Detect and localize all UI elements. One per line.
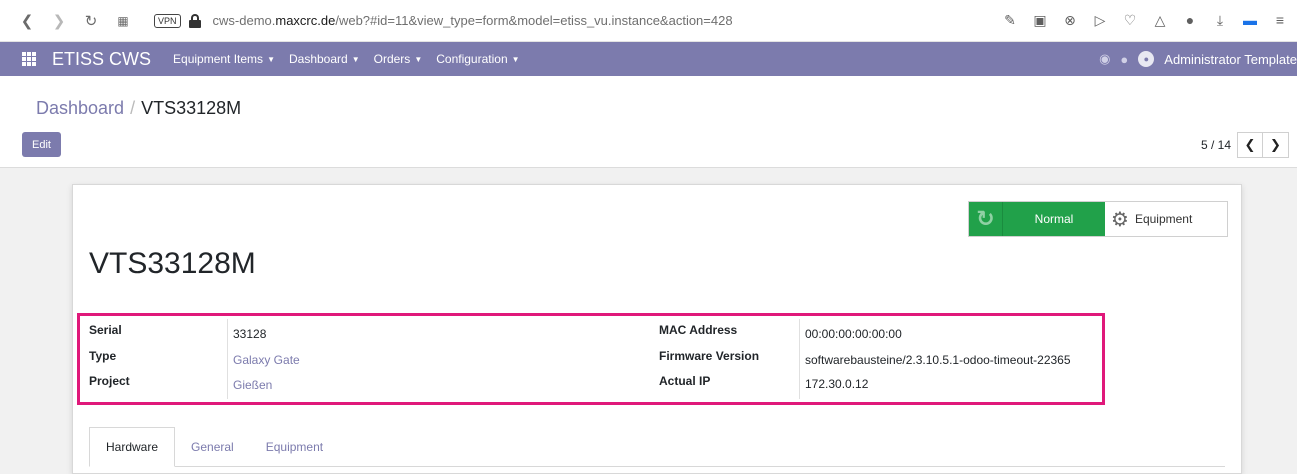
menu-dashboard[interactable]: Dashboard ▼ (289, 52, 360, 66)
menu-label: Configuration (436, 52, 508, 66)
lock-icon[interactable] (188, 13, 201, 28)
brand-name[interactable]: ETISS CWS (52, 49, 151, 70)
tab-equipment[interactable]: Equipment (250, 427, 339, 467)
address-bar[interactable]: cws-demo.maxcrc.de/web?#id=11&view_type=… (213, 13, 733, 28)
mac-address-label: MAC Address (659, 323, 738, 337)
project-label: Project (89, 374, 130, 388)
send-icon[interactable]: ▷ (1091, 11, 1109, 29)
profile-icon[interactable]: ● (1181, 11, 1199, 29)
caret-down-icon: ▼ (511, 54, 520, 64)
notebook-tabs: Hardware General Equipment (89, 427, 1225, 467)
breadcrumb-dashboard[interactable]: Dashboard (36, 98, 124, 118)
breadcrumb: Dashboard / VTS33128M (36, 98, 241, 119)
vpn-badge[interactable]: VPN (154, 13, 181, 28)
menu-equipment-items[interactable]: Equipment Items ▼ (173, 52, 275, 66)
block-icon[interactable]: ⊗ (1061, 11, 1079, 29)
top-menu: Equipment Items ▼ Dashboard ▼ Orders ▼ Conf… (173, 52, 520, 66)
pager-value[interactable]: 5 / 14 (1201, 138, 1231, 152)
firmware-version-value: softwarebausteine/2.3.10.5.1-odoo-timeou… (805, 353, 1071, 367)
form-sheet: ↻ Normal ⚙ Equipment VTS33128M Serial 33… (72, 184, 1242, 474)
refresh-icon: ↻ (969, 202, 1003, 236)
serial-label: Serial (89, 323, 122, 337)
user-name[interactable]: Administrator Template (1164, 52, 1297, 67)
menu-label: Equipment Items (173, 52, 264, 66)
avatar[interactable]: ● (1138, 51, 1155, 67)
pager-previous-button[interactable]: ❮ (1237, 132, 1263, 158)
type-value[interactable]: Galaxy Gate (233, 353, 300, 367)
url-host: maxcrc.de (275, 13, 336, 28)
gears-icon: ⚙ (1111, 208, 1129, 231)
equipment-smart-button[interactable]: ⚙ Equipment (1105, 202, 1227, 236)
type-label: Type (89, 349, 117, 363)
equipment-button-label: Equipment (1134, 212, 1193, 226)
project-value[interactable]: Gießen (233, 378, 272, 392)
column-divider (227, 319, 228, 399)
heart-icon[interactable]: ♡ (1121, 11, 1139, 29)
edit-page-icon[interactable]: ✎ (1001, 11, 1019, 29)
chat-icon[interactable]: ● (1120, 52, 1128, 67)
download-icon[interactable]: ⤓ (1211, 11, 1229, 29)
serial-value: 33128 (233, 327, 267, 341)
url-prefix: cws-demo. (212, 13, 276, 28)
caret-down-icon: ▼ (351, 54, 360, 64)
browser-toolbar: ❮ ❯ ↻ ▦ VPN cws-demo.maxcrc.de/web?#id=1… (0, 0, 1297, 42)
main-navbar: ETISS CWS Equipment Items ▼ Dashboard ▼ Or… (0, 42, 1297, 76)
caret-down-icon: ▼ (267, 54, 275, 64)
state-label: Normal (1034, 212, 1074, 226)
menu-orders[interactable]: Orders ▼ (374, 52, 423, 66)
cube-icon[interactable]: △ (1151, 11, 1169, 29)
activity-icon[interactable]: ◉ (1099, 51, 1110, 67)
actual-ip-value: 172.30.0.12 (805, 377, 869, 391)
breadcrumb-separator: / (130, 98, 136, 118)
battery-icon[interactable]: ▬ (1241, 11, 1259, 29)
url-path: /web?#id=11&view_type=form&model=etiss_v… (335, 13, 733, 28)
firmware-version-label: Firmware Version (659, 349, 760, 363)
state-button[interactable]: ↻ Normal (969, 202, 1105, 236)
menu-label: Dashboard (288, 52, 348, 66)
menu-icon[interactable]: ≡ (1271, 11, 1289, 29)
navbar-right: ◉ ● ● Administrator Template (1099, 42, 1297, 76)
reload-icon[interactable]: ↻ (80, 10, 102, 32)
menu-configuration[interactable]: Configuration ▼ (436, 52, 519, 66)
tab-grid-icon[interactable]: ▦ (112, 10, 134, 32)
actual-ip-label: Actual IP (659, 374, 711, 388)
caret-down-icon: ▼ (414, 54, 423, 64)
screenshot-icon[interactable]: ▣ (1031, 11, 1049, 29)
record-title: VTS33128M (89, 247, 256, 280)
breadcrumb-current: VTS33128M (141, 98, 242, 118)
mac-address-value: 00:00:00:00:00:00 (805, 327, 902, 341)
tab-general[interactable]: General (175, 427, 250, 467)
control-panel: Dashboard / VTS33128M Edit 5 / 14 ❮ ❯ (0, 76, 1297, 168)
button-box: ↻ Normal ⚙ Equipment (968, 201, 1228, 237)
menu-label: Orders (373, 52, 411, 66)
pager: 5 / 14 ❮ ❯ (1201, 132, 1289, 158)
column-divider (799, 319, 800, 399)
forward-icon[interactable]: ❯ (48, 10, 70, 32)
tab-hardware[interactable]: Hardware (89, 427, 176, 467)
back-icon[interactable]: ❮ (16, 10, 38, 32)
apps-grid-icon[interactable] (22, 52, 36, 66)
edit-button[interactable]: Edit (22, 132, 61, 157)
pager-next-button[interactable]: ❯ (1263, 132, 1289, 158)
